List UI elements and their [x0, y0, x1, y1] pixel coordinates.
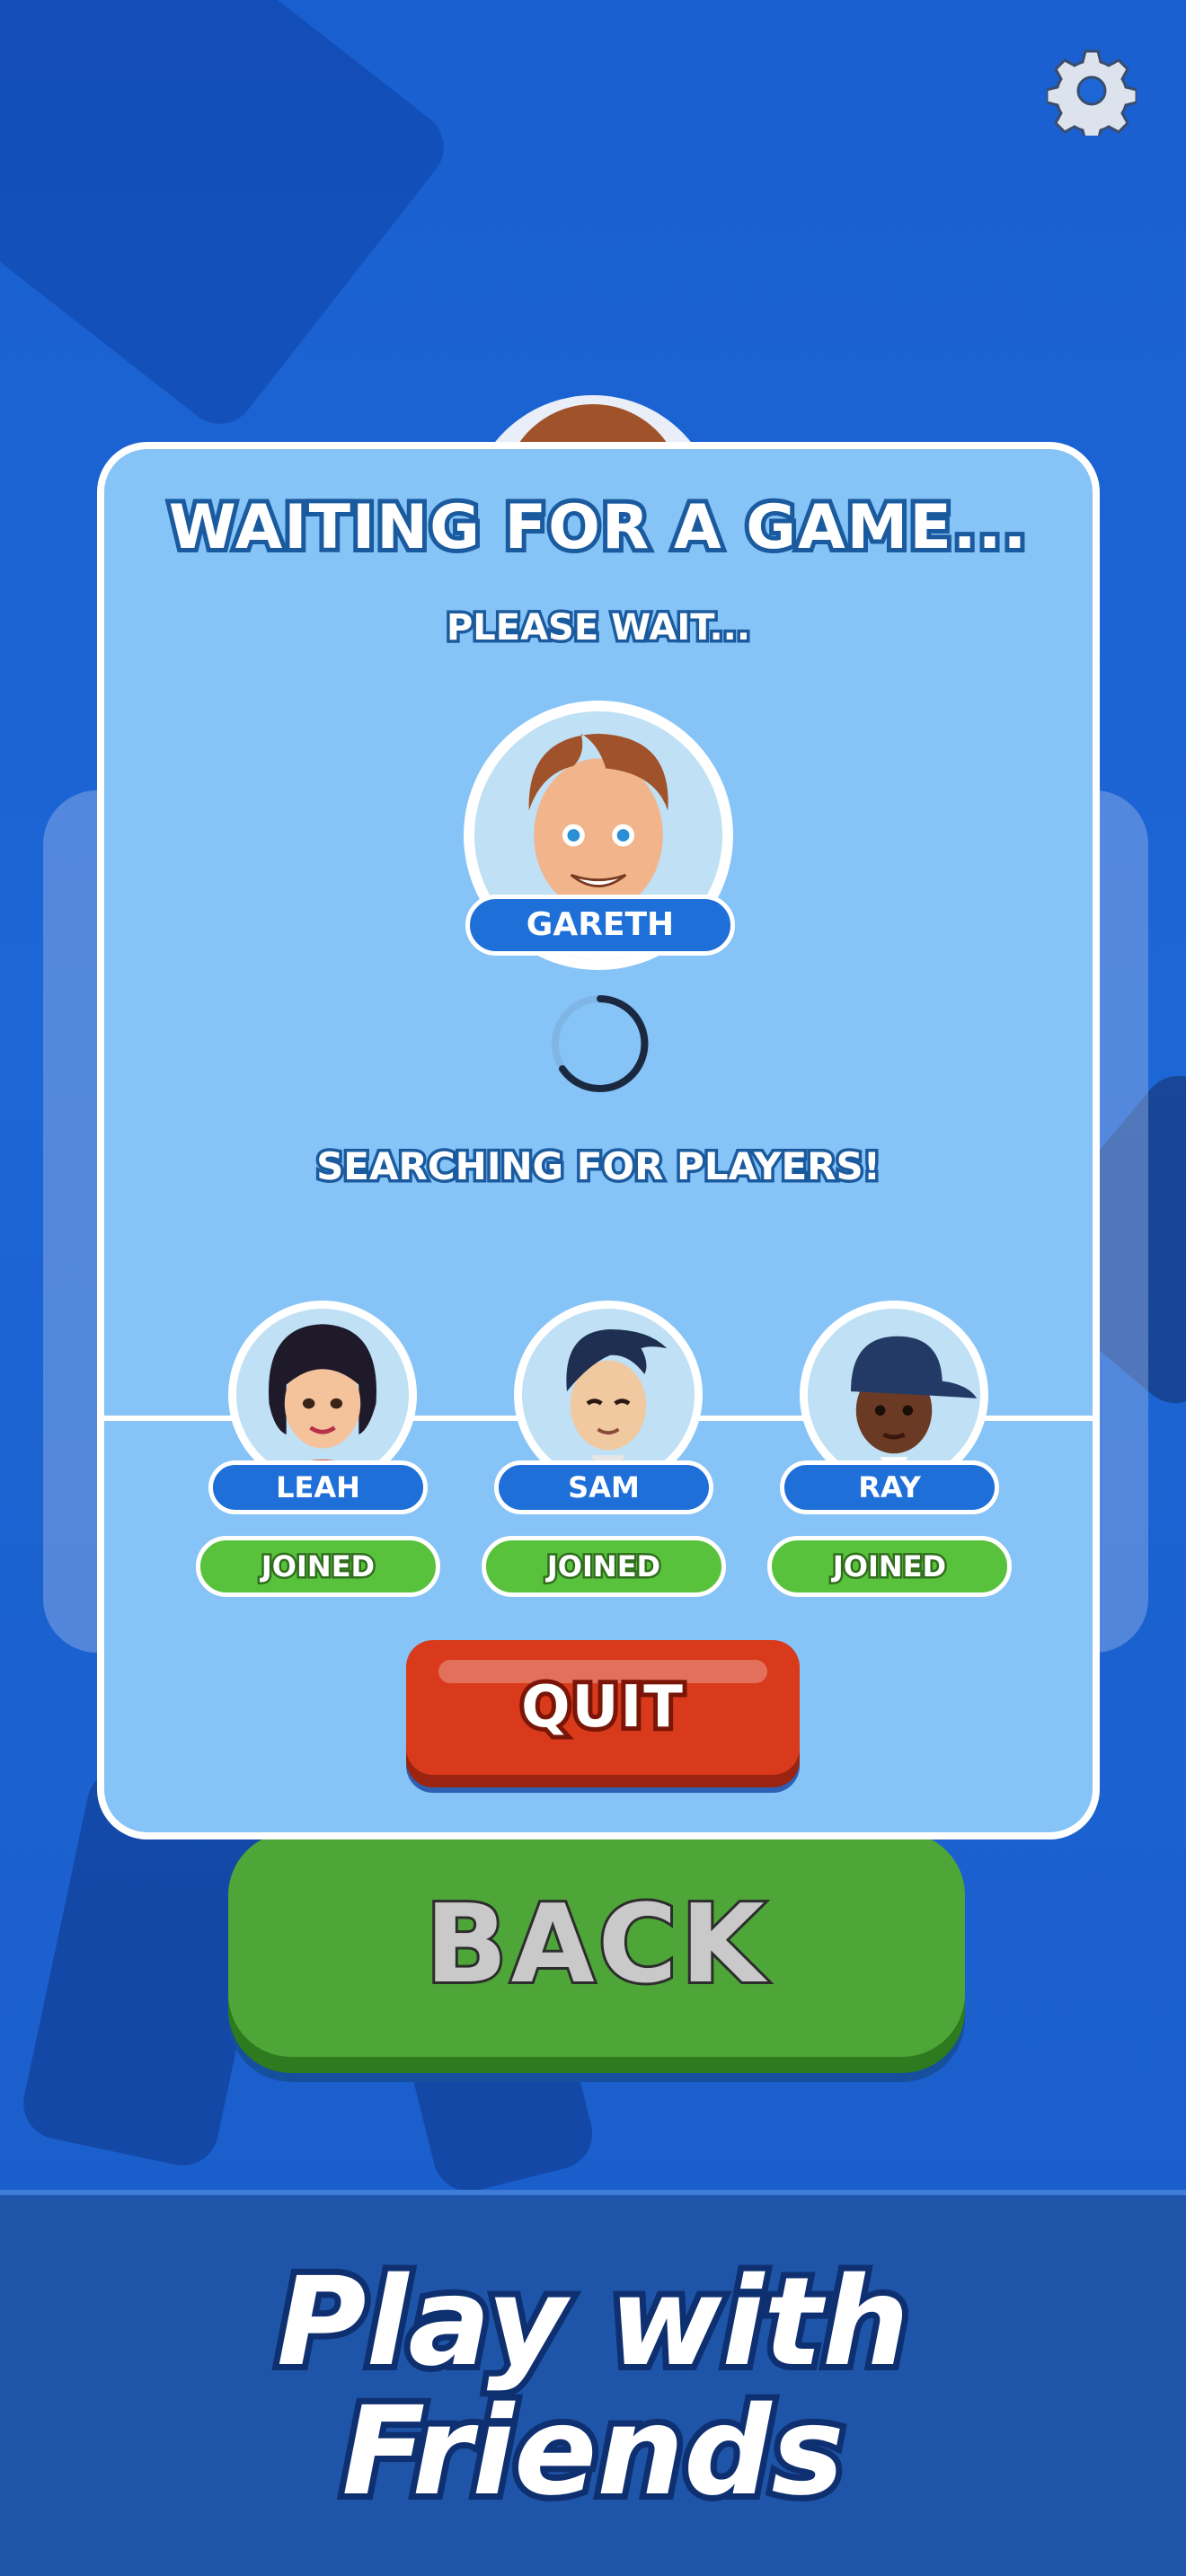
settings-button[interactable] [1042, 41, 1141, 140]
gear-icon [1047, 49, 1137, 136]
quit-button-label: QUIT [517, 1670, 687, 1745]
promo-footer: Play with Friends [0, 2190, 1186, 2576]
modal-subtitle: PLEASE WAIT... [443, 604, 753, 652]
player-slot: SAM JOINED [482, 1301, 733, 1606]
player-avatar-portrait [261, 1324, 384, 1481]
player-slot: RAY JOINED [767, 1301, 1019, 1606]
promo-tagline-line1: Play with [270, 2252, 916, 2394]
player-avatar-portrait [833, 1336, 978, 1481]
promo-tagline-line2: Friends [335, 2381, 850, 2523]
background-card-shape [0, 0, 458, 438]
player-status-badge: JOINED [196, 1536, 440, 1597]
player-status-badge: JOINED [767, 1536, 1012, 1597]
searching-text: SEARCHING FOR PLAYERS! [314, 1142, 884, 1192]
player-name-badge: SAM [494, 1460, 713, 1514]
back-button-label: BACK [422, 1880, 768, 2010]
player-avatar-portrait [547, 1329, 669, 1481]
quit-button[interactable]: QUIT [406, 1640, 800, 1775]
spinner-icon [552, 995, 649, 1092]
waiting-modal: WAITING FOR A GAME... PLEASE WAIT... GAR… [97, 442, 1100, 1839]
promo-tagline: Play with Friends [0, 2252, 1186, 2523]
host-name-badge: GARETH [465, 895, 735, 956]
back-button[interactable]: BACK [228, 1832, 965, 2057]
player-name-badge: LEAH [208, 1460, 428, 1514]
player-slot: LEAH JOINED [196, 1301, 447, 1606]
player-status-badge: JOINED [482, 1536, 726, 1597]
modal-title: WAITING FOR A GAME... [164, 488, 1031, 568]
player-name-badge: RAY [780, 1460, 999, 1514]
